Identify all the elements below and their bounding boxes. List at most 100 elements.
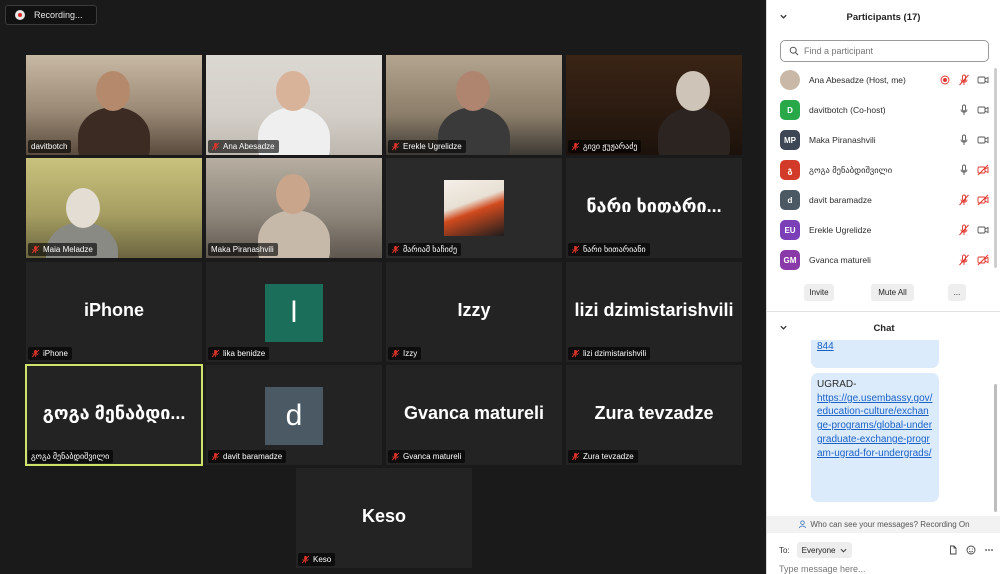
collapse-chevron-icon[interactable] <box>779 12 788 21</box>
participant-name: გოგა მენაბდიშვილი <box>31 452 110 461</box>
mic-muted-icon <box>571 245 580 254</box>
mic-muted-icon <box>31 245 40 254</box>
participant-row[interactable]: GM Gvanca matureli <box>767 245 995 275</box>
participant-name: გივი ჟუჟარაძე <box>583 142 638 151</box>
participant-name: Erekle Ugrelidze <box>403 142 462 151</box>
participant-tile[interactable]: iPhone iPhone <box>26 262 202 362</box>
mic-muted-icon <box>391 452 400 461</box>
more-options-button[interactable]: ... <box>948 284 966 301</box>
person-silhouette <box>96 71 130 111</box>
participant-name: Maka Piranashvili <box>211 245 274 254</box>
participant-row[interactable]: d davit baramadze <box>767 185 995 215</box>
name-tag: Zura tevzadze <box>568 450 638 463</box>
avatar <box>780 70 800 90</box>
recording-icon <box>939 74 951 86</box>
mic-muted-icon <box>211 452 220 461</box>
name-tag: Erekle Ugrelidze <box>388 140 466 153</box>
name-tag: გოგა მენაბდიშვილი <box>28 450 114 463</box>
recording-label: Recording... <box>34 10 83 20</box>
chat-visibility-notice[interactable]: Who can see your messages? Recording On <box>767 516 1000 533</box>
participant-row[interactable]: MP Maka Piranashvili <box>767 125 995 155</box>
participant-display-name: ნარი ხითარი... <box>586 196 722 216</box>
panel-divider <box>767 311 1000 312</box>
participant-tile[interactable]: გივი ჟუჟარაძე <box>566 55 742 155</box>
participant-tile[interactable]: Maka Piranashvili <box>206 158 382 258</box>
participant-name: lika benidze <box>223 349 266 358</box>
participant-name: Ana Abesadze <box>223 142 275 151</box>
participant-name: Keso <box>313 555 332 564</box>
microphone-muted-icon[interactable] <box>958 74 970 86</box>
participant-display-name: Zura tevzadze <box>594 403 714 423</box>
participant-name: davitbotch <box>31 142 68 151</box>
participant-row[interactable]: EU Erekle Ugrelidze <box>767 215 995 245</box>
participant-name: iPhone <box>43 349 68 358</box>
participant-tile[interactable]: Gvanca matureli Gvanca matureli <box>386 365 562 465</box>
participant-tile[interactable]: გოგა მენაბდი... გოგა მენაბდიშვილი <box>25 364 203 466</box>
avatar: EU <box>780 220 800 240</box>
participant-name: Izzy <box>403 349 418 358</box>
invite-button[interactable]: Invite <box>804 284 834 301</box>
name-tag: ნარი ხითარიანი <box>568 243 650 256</box>
participant-tile[interactable]: d davit baramadze <box>206 365 382 465</box>
microphone-icon[interactable] <box>958 134 970 146</box>
more-icon[interactable] <box>984 545 994 555</box>
name-tag: lizi dzimistarishvili <box>568 347 651 360</box>
file-icon[interactable] <box>948 545 958 555</box>
mic-muted-icon <box>391 245 400 254</box>
participant-tile[interactable]: მარიამ ხაჩიძე <box>386 158 562 258</box>
microphone-muted-icon[interactable] <box>958 224 970 236</box>
participant-list-scrollbar[interactable] <box>994 68 997 268</box>
mic-muted-icon <box>571 452 580 461</box>
microphone-muted-icon[interactable] <box>958 194 970 206</box>
microphone-icon[interactable] <box>958 164 970 176</box>
participant-tile[interactable]: Ana Abesadze <box>206 55 382 155</box>
video-camera-icon[interactable] <box>977 134 989 146</box>
collapse-chevron-icon[interactable] <box>779 323 788 332</box>
video-camera-icon[interactable] <box>977 224 989 236</box>
video-camera-off-icon[interactable] <box>977 254 989 266</box>
message-input[interactable] <box>779 564 989 574</box>
participant-search[interactable] <box>780 40 989 62</box>
participant-tile[interactable]: Zura tevzadze Zura tevzadze <box>566 365 742 465</box>
participant-tile[interactable]: lizi dzimistarishvili lizi dzimistarishvi… <box>566 262 742 362</box>
name-tag: davit baramadze <box>208 450 287 463</box>
video-camera-off-icon[interactable] <box>977 164 989 176</box>
chat-messages: ge/main/news/4097381 844 UGRAD- https://… <box>767 340 997 516</box>
search-input[interactable] <box>804 46 984 56</box>
participant-tile[interactable]: Keso Keso <box>296 468 472 568</box>
video-camera-icon[interactable] <box>977 104 989 116</box>
chat-scrollbar[interactable] <box>994 384 997 512</box>
person-silhouette <box>676 71 710 111</box>
participant-name: davitbotch (Co-host) <box>809 105 886 115</box>
recipient-select[interactable]: Everyone <box>796 542 853 558</box>
chat-link[interactable]: ge/main/news/4097381 844 <box>817 340 933 353</box>
recording-indicator[interactable]: Recording... <box>5 5 97 25</box>
video-camera-icon[interactable] <box>977 74 989 86</box>
notice-text: Who can see your messages? Recording On <box>810 520 970 529</box>
chat-link[interactable]: https://ge.usembassy.gov/education-cultu… <box>817 393 932 459</box>
participant-list: Ana Abesadze (Host, me) Ddavitbotch (Co-h… <box>767 65 995 275</box>
person-silhouette <box>66 188 100 228</box>
microphone-muted-icon[interactable] <box>958 254 970 266</box>
mute-all-button[interactable]: Mute All <box>871 284 914 301</box>
microphone-icon[interactable] <box>958 104 970 116</box>
participant-tile[interactable]: ნარი ხითარი... ნარი ხითარიანი <box>566 158 742 258</box>
name-tag: მარიამ ხაჩიძე <box>388 243 462 256</box>
video-camera-off-icon[interactable] <box>977 194 989 206</box>
participant-name: Zura tevzadze <box>583 452 634 461</box>
avatar: l <box>265 284 323 342</box>
name-tag: davitbotch <box>28 140 72 153</box>
participant-row[interactable]: გ გოგა მენაბდიშვილი <box>767 155 995 185</box>
participant-name: ნარი ხითარიანი <box>583 245 646 254</box>
mic-muted-icon <box>31 349 40 358</box>
person-silhouette <box>276 174 310 214</box>
participant-tile[interactable]: davitbotch <box>26 55 202 155</box>
participant-row[interactable]: Ddavitbotch (Co-host) <box>767 95 995 125</box>
participant-tile[interactable]: Izzy Izzy <box>386 262 562 362</box>
name-tag: lika benidze <box>208 347 270 360</box>
emoji-icon[interactable] <box>966 545 976 555</box>
participant-tile[interactable]: l lika benidze <box>206 262 382 362</box>
participant-tile[interactable]: Maia Meladze <box>26 158 202 258</box>
participant-tile[interactable]: Erekle Ugrelidze <box>386 55 562 155</box>
participant-row[interactable]: Ana Abesadze (Host, me) <box>767 65 995 95</box>
